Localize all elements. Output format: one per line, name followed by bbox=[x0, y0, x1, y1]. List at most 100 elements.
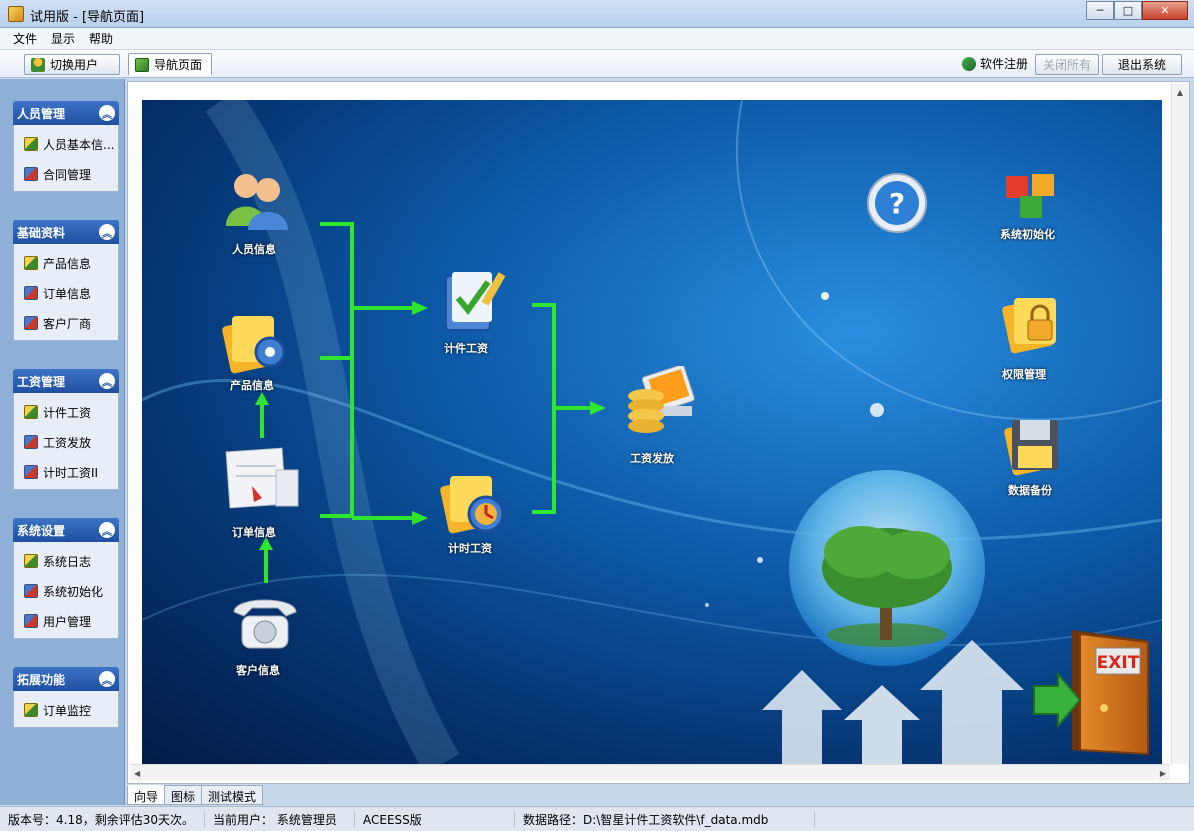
title-bar: 试用版 - [导航页面] ─ □ ✕ bbox=[0, 0, 1194, 28]
sidebar-item-order-monitor[interactable]: 订单监控 bbox=[14, 695, 118, 725]
register-button[interactable]: 软件注册 bbox=[962, 55, 1028, 72]
personnel-info-label: 人员信息 bbox=[232, 243, 276, 256]
sidebar-item-user-manage[interactable]: 用户管理 bbox=[14, 606, 118, 636]
menu-file[interactable]: 文件 bbox=[13, 30, 37, 47]
permission-label: 权限管理 bbox=[1002, 368, 1046, 381]
product-info-label: 产品信息 bbox=[230, 379, 274, 392]
help-icon[interactable]: ? bbox=[866, 172, 928, 234]
sidebar-group-extension: 拓展功能 ︽ 订单监控 bbox=[13, 667, 119, 728]
window-controls: ─ □ ✕ bbox=[1086, 1, 1188, 20]
module-icon bbox=[24, 405, 38, 419]
register-icon bbox=[962, 56, 976, 71]
status-edition: ACEESS版 bbox=[355, 810, 515, 828]
sidebar-item-time-wage[interactable]: 计时工资II bbox=[14, 457, 118, 487]
collapse-icon[interactable]: ︽ bbox=[99, 373, 115, 389]
minimize-button[interactable]: ─ bbox=[1086, 1, 1114, 20]
sidebar-group-wage: 工资管理 ︽ 计件工资 工资发放 计时工资II bbox=[13, 369, 119, 490]
status-current-user: 当前用户： 系统管理员 bbox=[205, 810, 355, 828]
sidebar-group-personnel: 人员管理 ︽ 人员基本信... 合同管理 bbox=[13, 101, 119, 192]
status-version: 版本号：4.18，剩余评估30天次。 bbox=[0, 810, 205, 828]
module-icon bbox=[24, 614, 38, 628]
svg-text:?: ? bbox=[889, 187, 905, 220]
navigation-icon bbox=[135, 57, 149, 72]
sidebar-item-product[interactable]: 产品信息 bbox=[14, 248, 118, 278]
order-info-label: 订单信息 bbox=[232, 526, 276, 539]
piece-wage-label: 计件工资 bbox=[444, 342, 488, 355]
tab-navigation-page[interactable]: 导航页面 bbox=[128, 53, 212, 76]
backup-label: 数据备份 bbox=[1008, 484, 1052, 497]
exit-sign-text: EXIT bbox=[1097, 653, 1140, 673]
payroll-icon[interactable] bbox=[624, 366, 698, 442]
collapse-icon[interactable]: ︽ bbox=[99, 224, 115, 240]
module-icon bbox=[24, 137, 38, 151]
piece-wage-icon[interactable] bbox=[440, 268, 508, 334]
sidebar-item-system-log[interactable]: 系统日志 bbox=[14, 546, 118, 576]
menu-view[interactable]: 显示 bbox=[51, 30, 75, 47]
collapse-icon[interactable]: ︽ bbox=[99, 522, 115, 538]
group-header[interactable]: 拓展功能 ︽ bbox=[13, 667, 119, 691]
maximize-button[interactable]: □ bbox=[1114, 1, 1142, 20]
group-header[interactable]: 人员管理 ︽ bbox=[13, 101, 119, 125]
sidebar-item-payroll[interactable]: 工资发放 bbox=[14, 427, 118, 457]
bottom-tabs: 向导 图标 测试模式 bbox=[127, 785, 264, 805]
menu-bar: 文件 显示 帮助 bbox=[0, 28, 1194, 50]
customer-info-icon[interactable] bbox=[228, 592, 302, 652]
exit-door-icon[interactable]: EXIT bbox=[1032, 620, 1156, 758]
close-all-button[interactable]: 关闭所有 bbox=[1035, 54, 1099, 75]
module-icon bbox=[24, 286, 38, 300]
module-icon bbox=[24, 435, 38, 449]
group-header[interactable]: 基础资料 ︽ bbox=[13, 220, 119, 244]
scroll-right-icon[interactable]: ▶ bbox=[1160, 769, 1166, 778]
system-init-label: 系统初始化 bbox=[1000, 228, 1055, 241]
customer-info-label: 客户信息 bbox=[236, 664, 280, 677]
vertical-scrollbar[interactable]: ▲ bbox=[1171, 84, 1188, 764]
group-header[interactable]: 工资管理 ︽ bbox=[13, 369, 119, 393]
tab-wizard[interactable]: 向导 bbox=[127, 785, 166, 805]
product-info-icon[interactable] bbox=[222, 312, 290, 376]
sidebar-group-system: 系统设置 ︽ 系统日志 系统初始化 用户管理 bbox=[13, 518, 119, 639]
time-wage-icon[interactable] bbox=[440, 472, 508, 536]
sidebar-item-customer[interactable]: 客户厂商 bbox=[14, 308, 118, 338]
menu-help[interactable]: 帮助 bbox=[89, 30, 113, 47]
sidebar-item-contract[interactable]: 合同管理 bbox=[14, 159, 118, 189]
time-wage-label: 计时工资 bbox=[448, 542, 492, 555]
navigation-canvas: 人员信息 产品信息 订单信息 客户信息 计件工资 计时工资 工资发放 ? 系统初… bbox=[142, 100, 1162, 764]
sidebar: 人员管理 ︽ 人员基本信... 合同管理 基础资料 ︽ 产品信息 订单信息 客户厂商… bbox=[0, 79, 125, 805]
sidebar-item-piece-wage[interactable]: 计件工资 bbox=[14, 397, 118, 427]
exit-system-button[interactable]: 退出系统 bbox=[1102, 54, 1182, 75]
window-title: 试用版 - [导航页面] bbox=[30, 10, 145, 25]
status-bar: 版本号：4.18，剩余评估30天次。 当前用户： 系统管理员 ACEESS版 数… bbox=[0, 806, 1194, 831]
horizontal-scrollbar[interactable]: ◀ ▶ bbox=[130, 764, 1170, 781]
sidebar-item-order[interactable]: 订单信息 bbox=[14, 278, 118, 308]
scroll-up-icon[interactable]: ▲ bbox=[1172, 84, 1188, 100]
backup-icon[interactable] bbox=[1004, 414, 1064, 476]
switch-user-button[interactable]: 切换用户 bbox=[24, 54, 120, 75]
app-icon bbox=[8, 6, 24, 22]
module-icon bbox=[24, 465, 38, 479]
module-icon bbox=[24, 584, 38, 598]
payroll-label: 工资发放 bbox=[630, 452, 674, 465]
module-icon bbox=[24, 316, 38, 330]
module-icon bbox=[24, 256, 38, 270]
tab-test-mode[interactable]: 测试模式 bbox=[201, 785, 264, 805]
toolbar: 切换用户 导航页面 软件注册 关闭所有 退出系统 bbox=[0, 50, 1194, 78]
personnel-info-icon[interactable] bbox=[224, 168, 290, 230]
permission-icon[interactable] bbox=[1002, 292, 1066, 356]
module-icon bbox=[24, 167, 38, 181]
close-button[interactable]: ✕ bbox=[1142, 1, 1188, 20]
switch-user-icon bbox=[31, 57, 45, 72]
system-init-icon[interactable] bbox=[1002, 170, 1068, 224]
module-icon bbox=[24, 703, 38, 717]
sidebar-item-personnel-info[interactable]: 人员基本信... bbox=[14, 129, 118, 159]
sidebar-item-system-init[interactable]: 系统初始化 bbox=[14, 576, 118, 606]
group-header[interactable]: 系统设置 ︽ bbox=[13, 518, 119, 542]
tab-icons[interactable]: 图标 bbox=[164, 785, 203, 805]
main-panel: 人员信息 产品信息 订单信息 客户信息 计件工资 计时工资 工资发放 ? 系统初… bbox=[127, 81, 1190, 784]
collapse-icon[interactable]: ︽ bbox=[99, 671, 115, 687]
module-icon bbox=[24, 554, 38, 568]
sidebar-group-basic-data: 基础资料 ︽ 产品信息 订单信息 客户厂商 bbox=[13, 220, 119, 341]
status-data-path: 数据路径：D:\智星计件工资软件\f_data.mdb bbox=[515, 810, 815, 828]
collapse-icon[interactable]: ︽ bbox=[99, 105, 115, 121]
order-info-icon[interactable] bbox=[222, 446, 304, 516]
scroll-left-icon[interactable]: ◀ bbox=[134, 769, 140, 778]
